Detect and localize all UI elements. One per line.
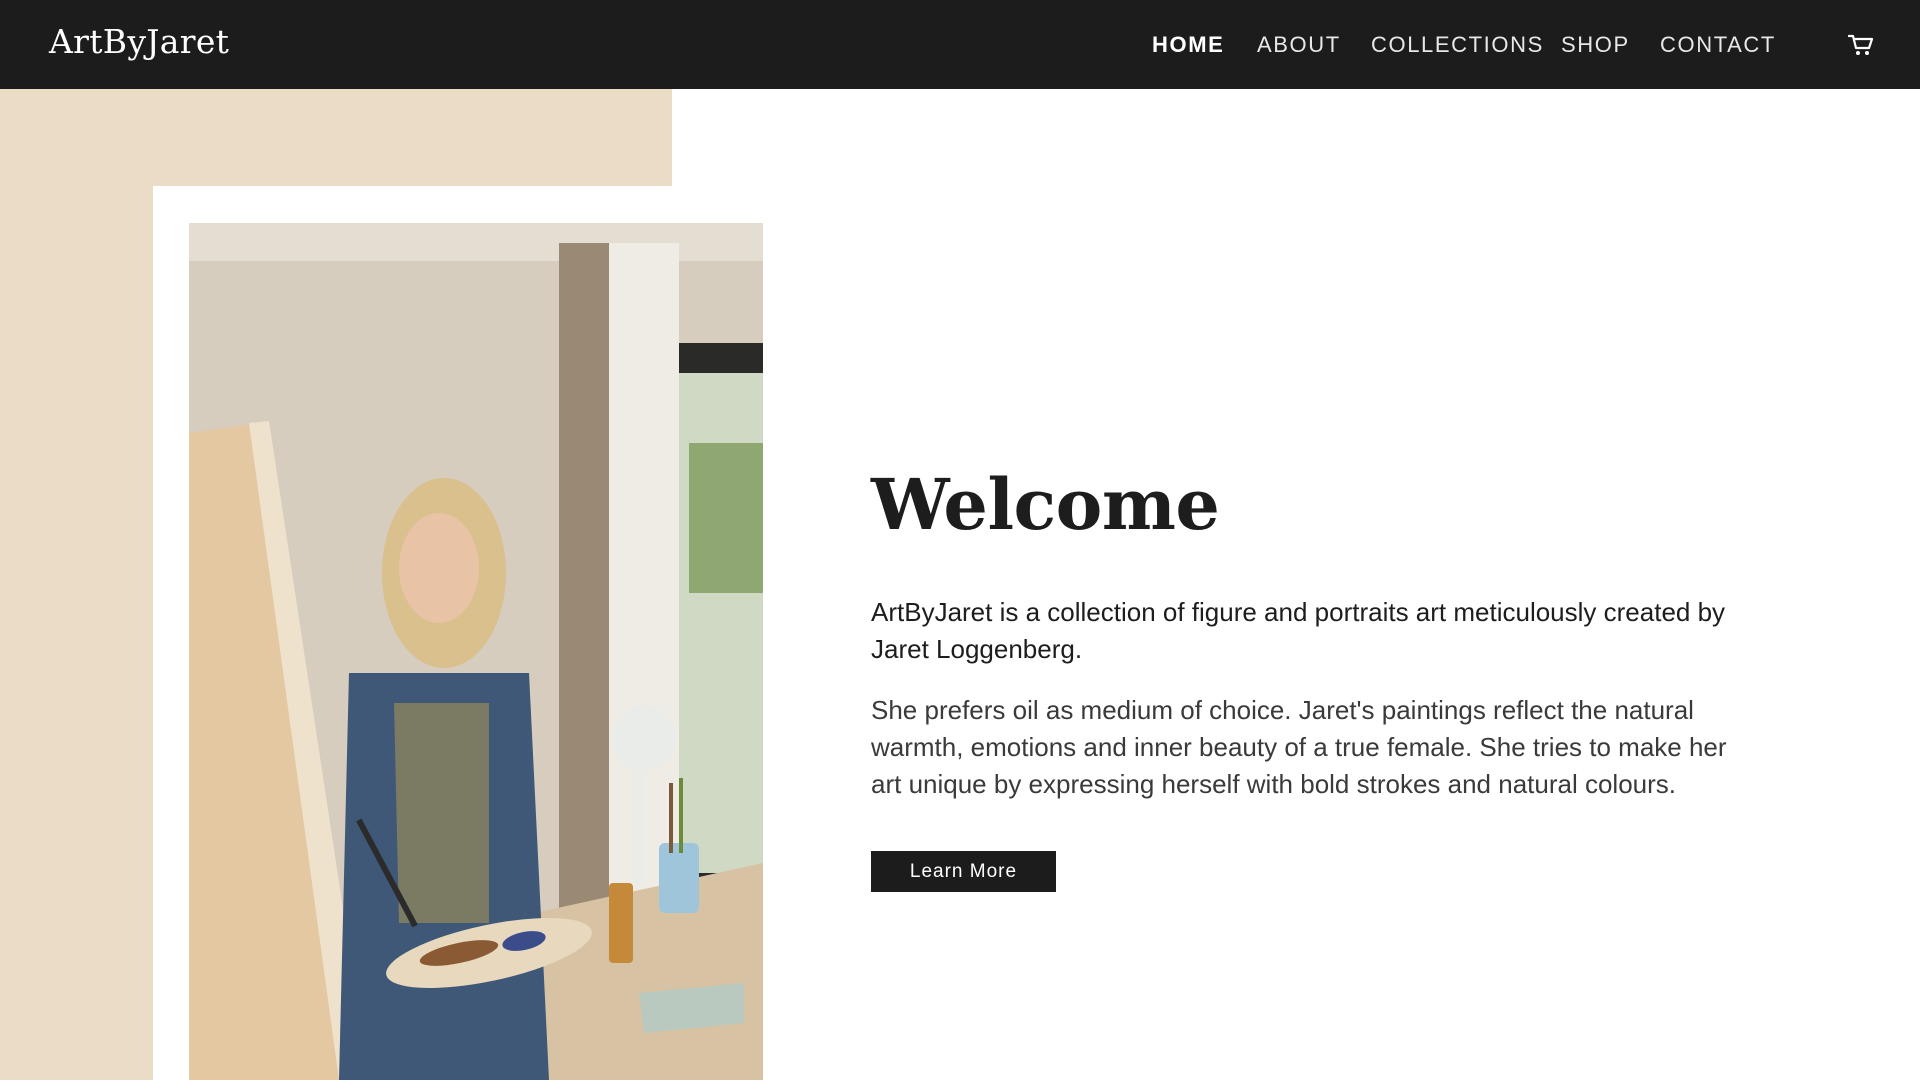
nav-contact[interactable]: CONTACT (1660, 32, 1776, 58)
top-navigation-bar: ArtByJaret HOME ABOUT COLLECTIONS SHOP C… (0, 0, 1920, 89)
learn-more-button[interactable]: Learn More (871, 851, 1056, 892)
intro-lead-text: ArtByJaret is a collection of figure and… (871, 597, 1726, 664)
nav-collections[interactable]: COLLECTIONS (1371, 32, 1544, 58)
welcome-section: Welcome ArtByJaret is a collection of fi… (871, 460, 1771, 892)
intro-body-text: She prefers oil as medium of choice. Jar… (871, 695, 1727, 799)
nav-about[interactable]: ABOUT (1257, 32, 1341, 58)
cart-icon[interactable] (1847, 33, 1874, 57)
welcome-title: Welcome (871, 463, 1220, 546)
cart-icon-graphic (1847, 34, 1874, 55)
nav-shop[interactable]: SHOP (1561, 32, 1630, 58)
site-logo[interactable]: ArtByJaret (49, 22, 229, 61)
nav-home[interactable]: HOME (1152, 32, 1224, 58)
woman-painting-photo (189, 223, 763, 1080)
